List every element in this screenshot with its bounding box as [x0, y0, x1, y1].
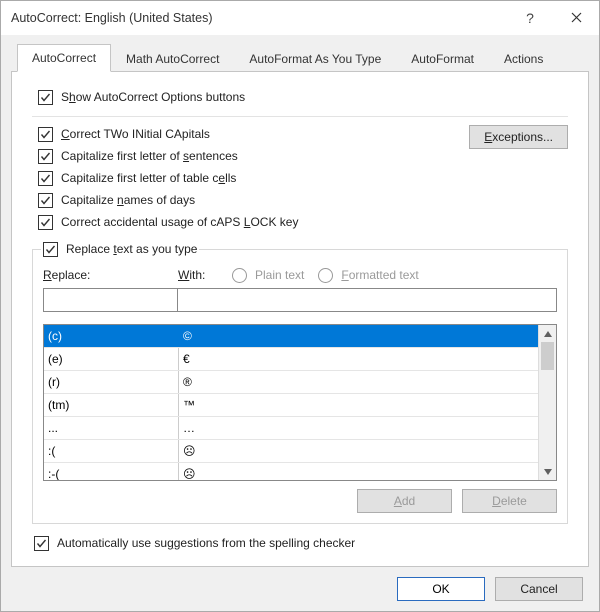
- radio-formatted-text: Formatted text: [318, 264, 418, 286]
- ok-button[interactable]: OK: [397, 577, 485, 601]
- check-names-of-days[interactable]: Capitalize names of days: [38, 189, 568, 211]
- client-area: AutoCorrect Math AutoCorrect AutoFormat …: [1, 35, 599, 611]
- replace-list-body[interactable]: (c)© (e)€ (r)® (tm)™ ...… :(☹ :-(☹: [44, 325, 538, 480]
- check-caps-lock[interactable]: Correct accidental usage of cAPS LOCK ke…: [38, 211, 568, 233]
- checkbox-icon: [43, 242, 58, 257]
- exceptions-button[interactable]: Exceptions...: [469, 125, 568, 149]
- check-show-autocorrect-options[interactable]: Show AutoCorrect Options buttons: [38, 86, 568, 108]
- radio-icon: [318, 268, 333, 283]
- group-spelling-checker: Automatically use suggestions from the s…: [32, 532, 568, 554]
- checkbox-icon: [38, 90, 53, 105]
- tab-autocorrect[interactable]: AutoCorrect: [17, 44, 111, 72]
- replace-header-row: Replace: With: Plain text Formatted text: [43, 264, 557, 286]
- close-icon: [571, 10, 582, 26]
- group-replace: Replace text as you type Replace: With: …: [32, 249, 568, 524]
- window-title: AutoCorrect: English (United States): [11, 11, 212, 25]
- list-item[interactable]: :(☹: [44, 439, 538, 462]
- group-capitalization: Correct TWo INitial CApitals Capitalize …: [32, 123, 568, 245]
- replace-input[interactable]: [43, 288, 178, 312]
- radio-label: Plain text: [255, 268, 304, 282]
- tab-bar: AutoCorrect Math AutoCorrect AutoFormat …: [11, 43, 589, 72]
- radio-label: Formatted text: [341, 268, 418, 282]
- check-label: Replace text as you type: [66, 242, 197, 256]
- help-button[interactable]: ?: [507, 1, 553, 35]
- list-item[interactable]: (tm)™: [44, 393, 538, 416]
- check-use-spelling-suggestions[interactable]: Automatically use suggestions from the s…: [34, 532, 568, 554]
- tab-actions[interactable]: Actions: [489, 45, 558, 72]
- check-replace-as-you-type[interactable]: Replace text as you type: [43, 238, 197, 260]
- tab-page-autocorrect: Show AutoCorrect Options buttons Correct…: [11, 72, 589, 567]
- delete-button[interactable]: Delete: [462, 489, 557, 513]
- check-label: Automatically use suggestions from the s…: [57, 536, 355, 550]
- replace-button-row: Add Delete: [43, 489, 557, 513]
- radio-icon: [232, 268, 247, 283]
- group-show-options: Show AutoCorrect Options buttons: [32, 86, 568, 117]
- check-label: Correct TWo INitial CApitals: [61, 127, 210, 141]
- tab-autoformat[interactable]: AutoFormat: [396, 45, 489, 72]
- checkbox-icon: [38, 127, 53, 142]
- checkbox-icon: [38, 149, 53, 164]
- checkbox-icon: [38, 193, 53, 208]
- with-input[interactable]: [178, 288, 557, 312]
- checkbox-icon: [38, 171, 53, 186]
- list-item[interactable]: ...…: [44, 416, 538, 439]
- autocorrect-dialog: AutoCorrect: English (United States) ? A…: [0, 0, 600, 612]
- checkbox-icon: [34, 536, 49, 551]
- check-label: Capitalize first letter of sentences: [61, 149, 238, 163]
- list-scrollbar[interactable]: [538, 325, 556, 480]
- list-item[interactable]: (r)®: [44, 370, 538, 393]
- check-label: Capitalize first letter of table cells: [61, 171, 236, 185]
- tab-math-autocorrect[interactable]: Math AutoCorrect: [111, 45, 234, 72]
- radio-plain-text: Plain text: [232, 264, 304, 286]
- cancel-button[interactable]: Cancel: [495, 577, 583, 601]
- scroll-track[interactable]: [539, 342, 556, 463]
- check-first-letter-table-cells[interactable]: Capitalize first letter of table cells: [38, 167, 568, 189]
- check-label: Capitalize names of days: [61, 193, 195, 207]
- close-button[interactable]: [553, 1, 599, 35]
- list-item[interactable]: :-(☹: [44, 462, 538, 480]
- scroll-thumb[interactable]: [541, 342, 554, 370]
- tab-autoformat-as-you-type[interactable]: AutoFormat As You Type: [234, 45, 396, 72]
- scroll-up-icon[interactable]: [539, 325, 556, 342]
- check-label: Correct accidental usage of cAPS LOCK ke…: [61, 215, 298, 229]
- list-item[interactable]: (c)©: [44, 325, 538, 347]
- dialog-button-row: OK Cancel: [11, 567, 589, 601]
- replace-input-row: [43, 288, 557, 312]
- check-label: Show AutoCorrect Options buttons: [61, 90, 245, 104]
- title-bar: AutoCorrect: English (United States) ?: [1, 1, 599, 35]
- with-col-label: With:: [178, 268, 226, 282]
- list-item[interactable]: (e)€: [44, 347, 538, 370]
- scroll-down-icon[interactable]: [539, 463, 556, 480]
- add-button[interactable]: Add: [357, 489, 452, 513]
- replace-col-label: Replace:: [43, 268, 178, 282]
- checkbox-icon: [38, 215, 53, 230]
- replace-list: (c)© (e)€ (r)® (tm)™ ...… :(☹ :-(☹: [43, 324, 557, 481]
